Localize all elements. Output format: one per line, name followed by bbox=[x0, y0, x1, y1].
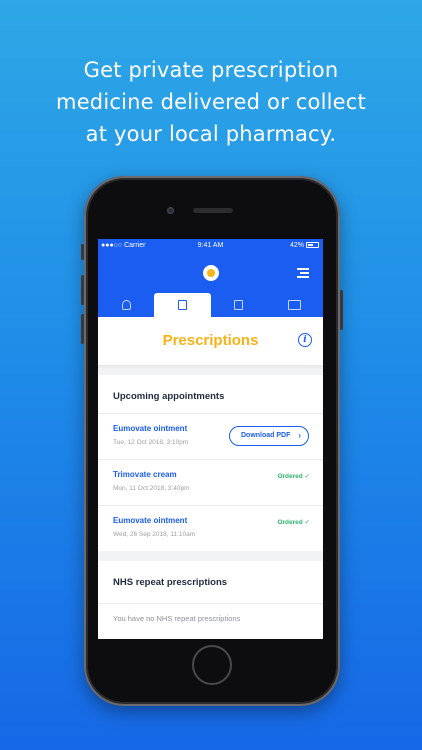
empty-state-text: You have no NHS repeat prescriptions bbox=[98, 603, 323, 633]
section-title: Upcoming appointments bbox=[113, 391, 225, 402]
ordered-status: Ordered ✓ bbox=[277, 473, 310, 480]
appointment-date: Wed, 26 Sep 2018, 11:10am bbox=[113, 531, 196, 538]
download-pdf-button[interactable]: Download PDF › bbox=[229, 426, 309, 446]
earpiece-speaker bbox=[193, 208, 233, 213]
page-title-bar: Prescriptions i bbox=[98, 317, 323, 365]
front-camera bbox=[167, 207, 174, 214]
chevron-right-icon: › bbox=[298, 431, 301, 440]
status-bar: ●●●○○ Carrier 9:41 AM 42% bbox=[98, 239, 323, 253]
battery-percent: 42% bbox=[289, 242, 304, 249]
tab-bar bbox=[98, 293, 323, 317]
section-title: NHS repeat prescriptions bbox=[113, 577, 228, 588]
app-logo-icon[interactable] bbox=[203, 265, 219, 281]
page-title: Prescriptions bbox=[162, 332, 259, 349]
mute-switch bbox=[81, 244, 84, 260]
document-icon bbox=[234, 300, 243, 310]
home-button[interactable] bbox=[192, 645, 232, 685]
headline-line-1: Get private prescription bbox=[83, 58, 339, 82]
ordered-status: Ordered ✓ bbox=[277, 519, 310, 526]
nhs-repeat-card: NHS repeat prescriptions You have no NHS… bbox=[98, 561, 323, 639]
app-screen: ●●●○○ Carrier 9:41 AM 42% Prescriptions … bbox=[98, 239, 323, 639]
upcoming-appointments-card: Upcoming appointments Eumovate ointment … bbox=[98, 375, 323, 551]
battery-status: 42% bbox=[290, 242, 319, 249]
appointment-date: Mon, 11 Oct 2018, 3:40pm bbox=[113, 485, 190, 492]
list-item[interactable]: Trimovate cream Mon, 11 Oct 2018, 3:40pm… bbox=[98, 459, 323, 505]
headline-line-3: at your local pharmacy. bbox=[85, 122, 337, 146]
tab-documents[interactable] bbox=[210, 293, 267, 317]
volume-up-button bbox=[81, 275, 84, 305]
tab-prescriptions[interactable] bbox=[154, 293, 211, 317]
volume-down-button bbox=[81, 314, 84, 344]
headline-line-2: medicine delivered or collect bbox=[56, 90, 366, 114]
list-item[interactable]: Eumovate ointment Tue, 12 Oct 2018, 3:10… bbox=[98, 413, 323, 459]
power-button bbox=[340, 290, 343, 330]
tab-records[interactable] bbox=[266, 293, 323, 317]
book-icon bbox=[288, 300, 301, 310]
battery-icon bbox=[306, 242, 319, 248]
tab-doctor[interactable] bbox=[98, 293, 155, 317]
info-icon[interactable]: i bbox=[298, 333, 312, 347]
download-pdf-label: Download PDF bbox=[241, 432, 291, 439]
list-item[interactable]: Eumovate ointment Wed, 26 Sep 2018, 11:1… bbox=[98, 505, 323, 551]
menu-icon[interactable] bbox=[297, 268, 309, 278]
marketing-headline: Get private prescription medicine delive… bbox=[0, 54, 422, 150]
app-header bbox=[98, 253, 323, 317]
prescription-icon bbox=[178, 300, 187, 310]
doctor-icon bbox=[122, 300, 131, 310]
